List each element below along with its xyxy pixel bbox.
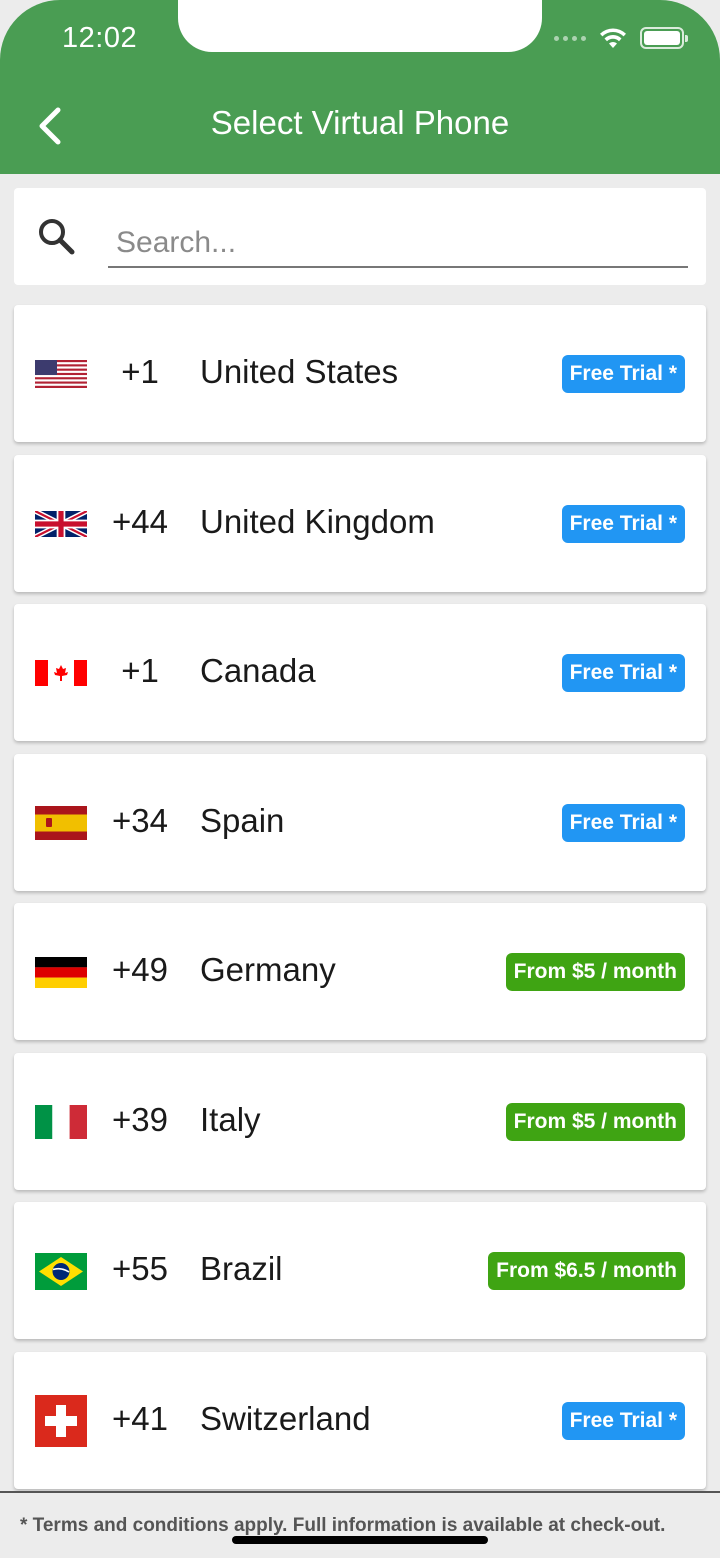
home-indicator[interactable] <box>232 1536 488 1544</box>
price-badge: Free Trial * <box>561 1401 685 1440</box>
status-time: 12:02 <box>62 22 138 54</box>
terms-note: * Terms and conditions apply. Full infor… <box>20 1515 666 1536</box>
device-notch <box>178 0 542 52</box>
brazil-flag-icon <box>35 1245 87 1297</box>
country-row-italy[interactable]: +39 Italy From $5 / month <box>14 1052 706 1190</box>
price-badge: From $5 / month <box>505 953 685 991</box>
dial-code: +44 <box>112 502 168 540</box>
app-header: 12:02 Select Virtual Phone <box>0 0 720 174</box>
spain-flag-icon <box>35 797 87 849</box>
price-badge: Free Trial * <box>561 355 685 393</box>
switzerland-flag-icon <box>35 1394 87 1447</box>
dial-code: +41 <box>112 1399 168 1437</box>
germany-flag-icon <box>35 946 87 998</box>
dial-code: +39 <box>112 1100 168 1138</box>
country-row-united-kingdom[interactable]: +44 United Kingdom Free Trial * <box>14 454 706 592</box>
country-row-spain[interactable]: +34 Spain Free Trial * <box>14 753 706 891</box>
country-name: Spain <box>200 801 285 839</box>
price-badge: From $6.5 / month <box>488 1252 685 1290</box>
phone-screen: 12:02 Select Virtual Phone Search... +1 … <box>0 0 720 1558</box>
uk-flag-icon <box>35 498 87 550</box>
search-icon <box>39 219 75 255</box>
wifi-icon <box>600 28 626 48</box>
price-badge: From $5 / month <box>505 1102 685 1141</box>
canada-flag-icon <box>35 647 87 699</box>
country-row-switzerland[interactable]: +41 Switzerland Free Trial * <box>14 1351 706 1489</box>
country-row-germany[interactable]: +49 Germany From $5 / month <box>14 903 706 1040</box>
italy-flag-icon <box>35 1096 87 1148</box>
country-name: Canada <box>200 652 316 689</box>
country-name: Italy <box>200 1100 261 1138</box>
country-name: Brazil <box>200 1250 283 1287</box>
country-name: United Kingdom <box>200 502 435 540</box>
us-flag-icon <box>35 348 87 400</box>
country-name: Germany <box>200 951 336 988</box>
price-badge: Free Trial * <box>561 803 685 842</box>
country-list: +1 United States Free Trial * +44 United… <box>14 305 706 1501</box>
status-icons <box>554 26 688 50</box>
search-input[interactable] <box>108 220 688 268</box>
price-badge: Free Trial * <box>561 504 685 543</box>
country-name: Switzerland <box>200 1399 371 1437</box>
page-title: Select Virtual Phone <box>210 104 510 141</box>
country-row-brazil[interactable]: +55 Brazil From $6.5 / month <box>14 1202 706 1339</box>
country-row-canada[interactable]: +1 Canada Free Trial * <box>14 604 706 741</box>
price-badge: Free Trial * <box>561 654 685 692</box>
dial-code: +34 <box>112 801 168 839</box>
dial-code: +1 <box>121 652 159 689</box>
country-row-united-states[interactable]: +1 United States Free Trial * <box>14 305 706 442</box>
dial-code: +55 <box>112 1250 168 1287</box>
dial-code: +1 <box>121 353 159 390</box>
country-name: United States <box>200 353 399 390</box>
dial-code: +49 <box>112 951 168 988</box>
signal-icon <box>554 35 586 41</box>
battery-icon <box>640 27 688 49</box>
